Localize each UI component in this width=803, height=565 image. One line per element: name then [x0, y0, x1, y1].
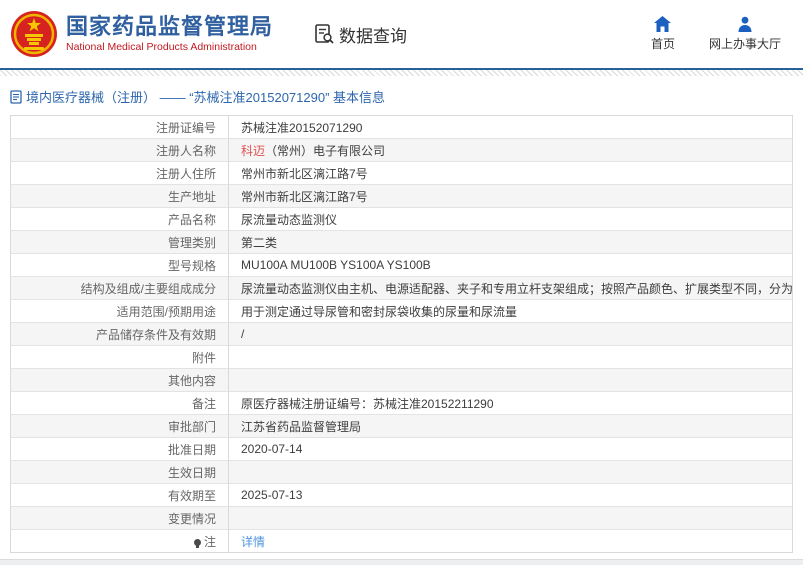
row-value: 江苏省药品监督管理局	[229, 415, 793, 438]
registration-info-panel: 注册证编号苏械注准20152071290注册人名称科迈（常州）电子有限公司注册人…	[10, 115, 793, 553]
row-value: 尿流量动态监测仪由主机、电源适配器、夹子和专用立杆支架组成；按照产品颜色、扩展类…	[229, 277, 793, 300]
row-label: 注	[11, 530, 229, 553]
table-row: 注册人名称科迈（常州）电子有限公司	[11, 139, 793, 162]
table-row: 有效期至2025-07-13	[11, 484, 793, 507]
page-title: 境内医疗器械（注册） —— “苏械注准20152071290” 基本信息	[26, 87, 385, 106]
row-value	[229, 461, 793, 484]
table-row: 型号规格MU100A MU100B YS100A YS100B	[11, 254, 793, 277]
document-icon	[10, 90, 22, 104]
row-value	[229, 507, 793, 530]
row-label: 其他内容	[11, 369, 229, 392]
row-label: 有效期至	[11, 484, 229, 507]
nav-item-label: 首页	[651, 35, 675, 52]
org-title-block: 国家药品监督管理局 National Medical Products Admi…	[66, 14, 273, 54]
home-icon	[654, 16, 671, 32]
bulb-icon	[194, 539, 201, 546]
document-search-icon	[313, 23, 335, 45]
footer-strip	[0, 559, 803, 565]
row-label: 附件	[11, 346, 229, 369]
row-label: 注册人名称	[11, 139, 229, 162]
row-label: 产品名称	[11, 208, 229, 231]
header-nav: 首页 网上办事大厅	[651, 16, 789, 52]
table-row: 产品名称尿流量动态监测仪	[11, 208, 793, 231]
row-value	[229, 346, 793, 369]
row-label: 产品储存条件及有效期	[11, 323, 229, 346]
info-table-body: 注册证编号苏械注准20152071290注册人名称科迈（常州）电子有限公司注册人…	[11, 116, 793, 553]
info-table: 注册证编号苏械注准20152071290注册人名称科迈（常州）电子有限公司注册人…	[10, 115, 793, 553]
table-row: 审批部门江苏省药品监督管理局	[11, 415, 793, 438]
user-icon	[737, 16, 753, 32]
table-row: 变更情况	[11, 507, 793, 530]
table-row: 附件	[11, 346, 793, 369]
table-row: 管理类别第二类	[11, 231, 793, 254]
row-label: 批准日期	[11, 438, 229, 461]
row-value: 苏械注准20152071290	[229, 116, 793, 139]
row-value: 科迈（常州）电子有限公司	[229, 139, 793, 162]
row-value: 尿流量动态监测仪	[229, 208, 793, 231]
org-name-cn: 国家药品监督管理局	[66, 14, 273, 40]
row-value: /	[229, 323, 793, 346]
row-label: 型号规格	[11, 254, 229, 277]
page-header: 国家药品监督管理局 National Medical Products Admi…	[0, 0, 803, 70]
national-emblem-logo	[10, 10, 58, 58]
row-label: 注册人住所	[11, 162, 229, 185]
row-value: 用于测定通过导尿管和密封尿袋收集的尿量和尿流量	[229, 300, 793, 323]
row-value: 常州市新北区漓江路7号	[229, 162, 793, 185]
table-row: 结构及组成/主要组成成分尿流量动态监测仪由主机、电源适配器、夹子和专用立杆支架组…	[11, 277, 793, 300]
row-value: 2025-07-13	[229, 484, 793, 507]
table-row: 生效日期	[11, 461, 793, 484]
row-value: MU100A MU100B YS100A YS100B	[229, 254, 793, 277]
breadcrumb: 境内医疗器械（注册） —— “苏械注准20152071290” 基本信息	[0, 76, 803, 115]
nav-item-label: 网上办事大厅	[709, 35, 781, 52]
table-row: 生产地址常州市新北区漓江路7号	[11, 185, 793, 208]
data-query-section: 数据查询	[313, 22, 407, 47]
table-row: 备注原医疗器械注册证编号：苏械注准20152211290	[11, 392, 793, 415]
row-value: 第二类	[229, 231, 793, 254]
nav-item-service-hall[interactable]: 网上办事大厅	[709, 16, 781, 52]
row-value: 常州市新北区漓江路7号	[229, 185, 793, 208]
table-row: 注册证编号苏械注准20152071290	[11, 116, 793, 139]
table-row: 注册人住所常州市新北区漓江路7号	[11, 162, 793, 185]
row-label: 审批部门	[11, 415, 229, 438]
table-row: 适用范围/预期用途用于测定通过导尿管和密封尿袋收集的尿量和尿流量	[11, 300, 793, 323]
table-row: 其他内容	[11, 369, 793, 392]
row-label: 备注	[11, 392, 229, 415]
row-label: 生产地址	[11, 185, 229, 208]
section-title: 数据查询	[339, 22, 407, 47]
row-label: 管理类别	[11, 231, 229, 254]
row-value: 2020-07-14	[229, 438, 793, 461]
row-label: 注册证编号	[11, 116, 229, 139]
row-label: 变更情况	[11, 507, 229, 530]
highlighted-text: 科迈	[241, 144, 265, 158]
row-value: 原医疗器械注册证编号：苏械注准20152211290	[229, 392, 793, 415]
table-row: 批准日期2020-07-14	[11, 438, 793, 461]
table-row: 产品储存条件及有效期/	[11, 323, 793, 346]
row-value: 详情	[229, 530, 793, 553]
row-value	[229, 369, 793, 392]
table-row: 注详情	[11, 530, 793, 553]
row-label: 生效日期	[11, 461, 229, 484]
org-name-en: National Medical Products Administration	[66, 40, 273, 54]
row-label: 结构及组成/主要组成成分	[11, 277, 229, 300]
nav-item-home[interactable]: 首页	[651, 16, 675, 52]
row-label: 适用范围/预期用途	[11, 300, 229, 323]
detail-link[interactable]: 详情	[241, 535, 265, 549]
